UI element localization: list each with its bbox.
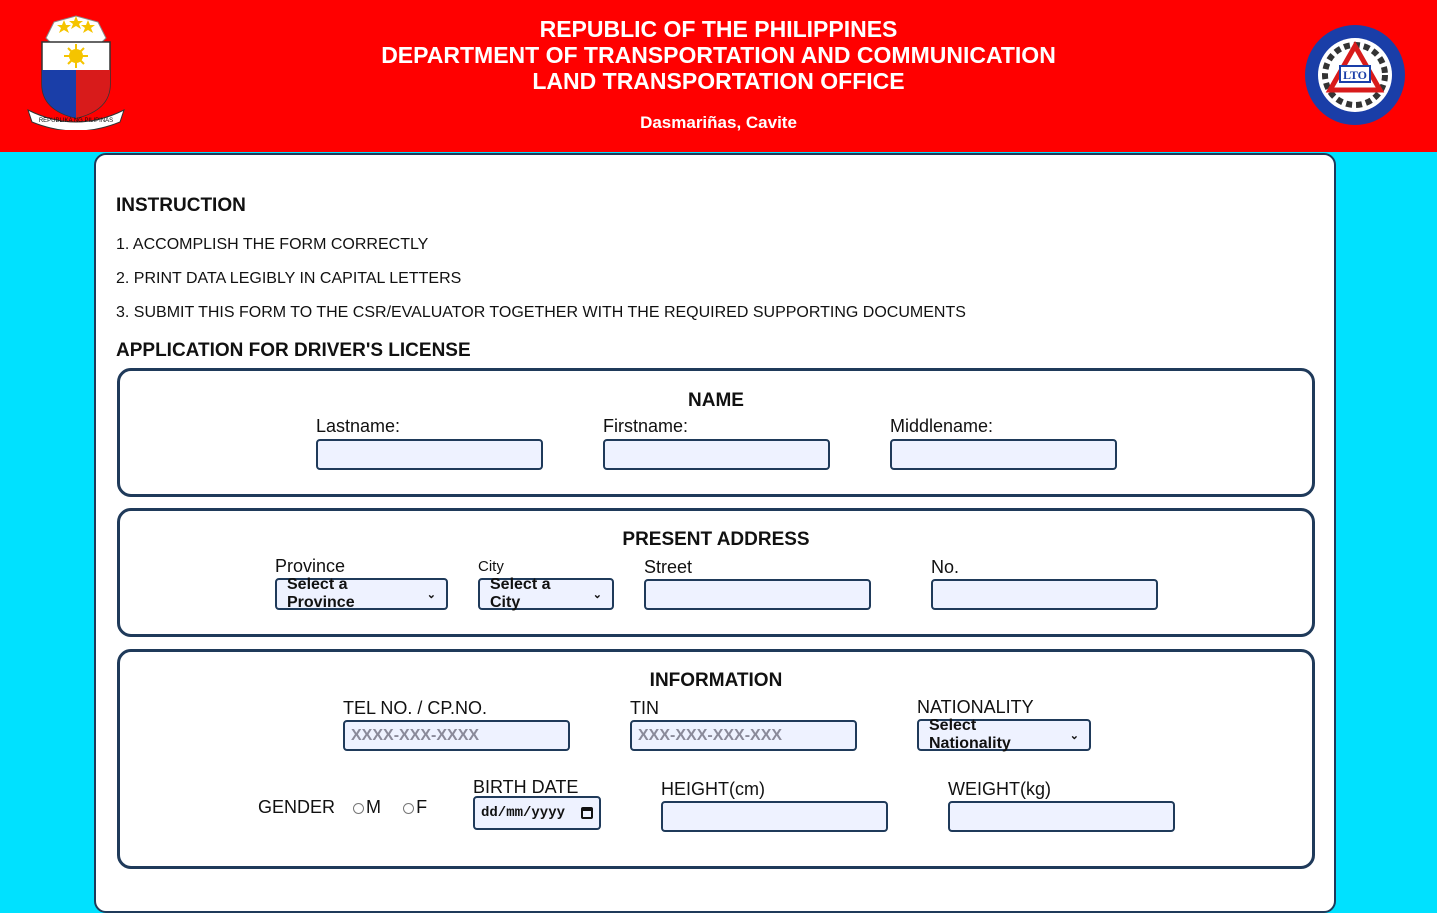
- instruction-item: 1. ACCOMPLISH THE FORM CORRECTLY: [116, 236, 429, 253]
- form-card: INSTRUCTION 1. ACCOMPLISH THE FORM CORRE…: [94, 153, 1336, 913]
- chevron-down-icon: ⌄: [592, 588, 602, 601]
- gender-group: GENDER M F: [258, 797, 427, 818]
- tin-input[interactable]: [630, 720, 857, 751]
- chevron-down-icon: ⌄: [426, 588, 436, 601]
- tel-input[interactable]: [343, 720, 570, 751]
- svg-text:LTO: LTO: [1343, 68, 1367, 82]
- address-section: PRESENT ADDRESS Province Select a Provin…: [117, 508, 1315, 637]
- weight-label: WEIGHT(kg): [948, 779, 1051, 799]
- tin-label: TIN: [630, 698, 659, 718]
- birthdate-input[interactable]: dd/mm/yyyy: [473, 796, 601, 830]
- province-label: Province: [275, 556, 346, 576]
- weight-input[interactable]: [948, 801, 1175, 832]
- birthdate-label: BIRTH DATE: [473, 777, 579, 797]
- city-select-value: Select a City: [490, 576, 551, 611]
- header-department: DEPARTMENT OF TRANSPORTATION AND COMMUNI…: [381, 42, 1056, 68]
- firstname-input[interactable]: [603, 439, 830, 470]
- page-header: REPUBLIKA NG PILIPINAS REPUBLIC OF THE P…: [0, 0, 1437, 152]
- tel-label: TEL NO. / CP.NO.: [343, 698, 488, 718]
- firstname-label: Firstname:: [603, 416, 689, 436]
- house-number-label: No.: [931, 557, 960, 577]
- street-input[interactable]: [644, 579, 871, 610]
- house-number-input[interactable]: [931, 579, 1158, 610]
- nationality-label: NATIONALITY: [917, 697, 1034, 717]
- lastname-input[interactable]: [316, 439, 543, 470]
- nationality-select-value: Select Nationality: [929, 717, 1011, 752]
- gender-m-radio[interactable]: [353, 802, 365, 814]
- middlename-label: Middlename:: [890, 416, 994, 436]
- information-section: INFORMATION TEL NO. / CP.NO. TIN NATIONA…: [117, 649, 1315, 869]
- header-republic: REPUBLIC OF THE PHILIPPINES: [539, 16, 898, 42]
- instruction-item: 3. SUBMIT THIS FORM TO THE CSR/EVALUATOR…: [116, 304, 966, 321]
- gender-m-label: M: [366, 797, 382, 817]
- name-section-title: NAME: [688, 390, 744, 411]
- lto-logo-icon: LTO: [1305, 25, 1405, 125]
- height-input[interactable]: [661, 801, 888, 832]
- lastname-label: Lastname:: [316, 416, 401, 436]
- city-select[interactable]: Select a City ⌄: [478, 576, 614, 611]
- height-label: HEIGHT(cm): [661, 779, 765, 799]
- birthdate-value: dd/mm/yyyy: [481, 805, 566, 821]
- gender-f-radio[interactable]: [403, 802, 415, 814]
- header-office: LAND TRANSPORTATION OFFICE: [532, 68, 905, 94]
- middlename-input[interactable]: [890, 439, 1117, 470]
- province-select[interactable]: Select a Province ⌄: [275, 576, 448, 611]
- form-title: APPLICATION FOR DRIVER'S LICENSE: [116, 340, 471, 361]
- chevron-down-icon: ⌄: [1069, 729, 1079, 742]
- street-label: Street: [644, 557, 693, 577]
- gender-label: GENDER: [258, 797, 336, 817]
- instruction-title: INSTRUCTION: [116, 195, 246, 216]
- address-section-title: PRESENT ADDRESS: [622, 529, 810, 550]
- city-label: City: [478, 558, 504, 575]
- nationality-select[interactable]: Select Nationality ⌄: [917, 717, 1091, 752]
- province-select-value: Select a Province: [287, 576, 355, 611]
- header-location: Dasmariñas, Cavite: [640, 113, 797, 132]
- name-section: NAME Lastname: Firstname: Middlename:: [117, 368, 1315, 497]
- instruction-item: 2. PRINT DATA LEGIBLY IN CAPITAL LETTERS: [116, 270, 462, 287]
- calendar-icon[interactable]: [581, 807, 593, 819]
- gender-f-label: F: [416, 797, 428, 817]
- information-section-title: INFORMATION: [649, 670, 783, 691]
